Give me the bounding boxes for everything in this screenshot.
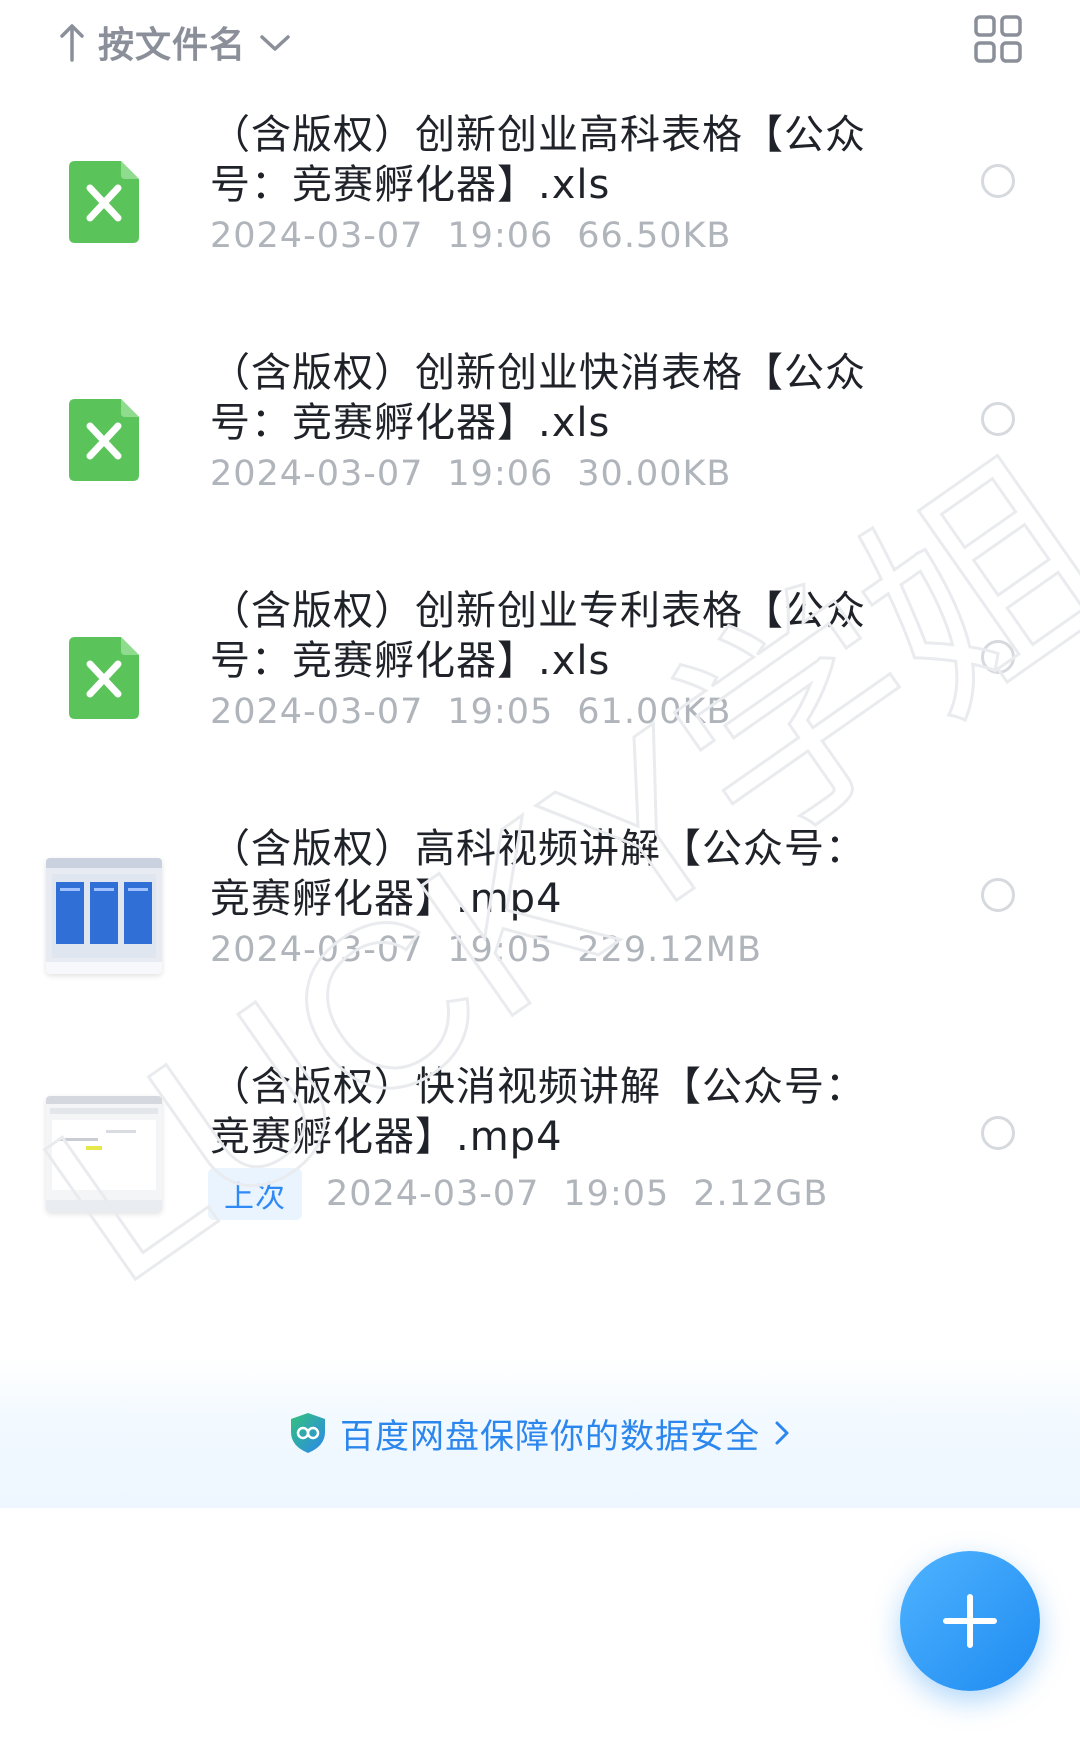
file-meta: 2024-03-07 19:06 30.00KB (210, 454, 731, 494)
file-name: （含版权）创新创业快消表格【公众 号：竞赛孵化器】.xls (210, 348, 890, 448)
file-name-line: （含版权）创新创业快消表格【公众 (210, 350, 866, 396)
file-size: 66.50KB (577, 216, 732, 256)
file-size: 61.00KB (577, 692, 732, 732)
file-size: 30.00KB (577, 454, 732, 494)
excel-file-icon (69, 161, 139, 243)
file-row[interactable]: （含版权）快消视频讲解【公众号： 竞赛孵化器】.mp4 上次 2024-03-0… (0, 1062, 1080, 1300)
file-name-line: 竞赛孵化器】.mp4 (210, 876, 563, 922)
excel-file-icon (69, 399, 139, 481)
file-type-icon (46, 382, 162, 498)
select-radio[interactable] (981, 164, 1015, 198)
file-date: 2024-03-07 (326, 1174, 540, 1214)
file-name: （含版权）创新创业高科表格【公众 号：竞赛孵化器】.xls (210, 110, 890, 210)
file-name-line: 号：竞赛孵化器】.xls (210, 638, 611, 684)
file-row[interactable]: （含版权）创新创业快消表格【公众 号：竞赛孵化器】.xls 2024-03-07… (0, 348, 1080, 586)
file-row[interactable]: （含版权）创新创业高科表格【公众 号：竞赛孵化器】.xls 2024-03-07… (0, 110, 1080, 348)
video-thumbnail (46, 858, 162, 974)
excel-file-icon (69, 637, 139, 719)
select-radio[interactable] (981, 402, 1015, 436)
file-name-line: （含版权）快消视频讲解【公众号： (210, 1064, 866, 1110)
file-size: 2.12GB (693, 1174, 829, 1214)
plus-icon (943, 1594, 997, 1648)
file-type-icon (46, 858, 162, 974)
file-type-icon (46, 144, 162, 260)
add-button[interactable] (900, 1551, 1040, 1691)
select-radio[interactable] (981, 640, 1015, 674)
file-date: 2024-03-07 (210, 692, 424, 732)
file-name-line: （含版权）创新创业高科表格【公众 (210, 112, 866, 158)
file-time: 19:05 (447, 692, 554, 732)
chevron-right-icon (775, 1421, 789, 1445)
file-name-line: 号：竞赛孵化器】.xls (210, 162, 611, 208)
video-thumbnail (46, 1096, 162, 1212)
file-name: （含版权）高科视频讲解【公众号： 竞赛孵化器】.mp4 (210, 824, 890, 924)
file-row[interactable]: （含版权）创新创业专利表格【公众 号：竞赛孵化器】.xls 2024-03-07… (0, 586, 1080, 824)
file-time: 19:06 (447, 216, 554, 256)
file-time: 19:06 (447, 454, 554, 494)
chevron-down-icon (260, 35, 290, 51)
sort-control[interactable]: 按文件名 (58, 12, 292, 72)
file-name: （含版权）创新创业专利表格【公众 号：竞赛孵化器】.xls (210, 586, 890, 686)
last-opened-badge: 上次 (208, 1168, 302, 1220)
file-name-line: （含版权）高科视频讲解【公众号： (210, 826, 866, 872)
file-date: 2024-03-07 (210, 216, 424, 256)
sort-label: 按文件名 (98, 25, 247, 66)
file-row[interactable]: （含版权）高科视频讲解【公众号： 竞赛孵化器】.mp4 2024-03-07 1… (0, 824, 1080, 1062)
file-meta: 2024-03-07 19:06 66.50KB (210, 216, 731, 256)
file-type-icon (46, 620, 162, 736)
file-type-icon (46, 1096, 162, 1212)
file-size: 229.12MB (577, 930, 762, 970)
file-name-line: 竞赛孵化器】.mp4 (210, 1114, 563, 1160)
security-banner[interactable]: 百度网盘保障你的数据安全 (0, 1358, 1080, 1508)
file-list-screen: 按文件名 （含版权）创新创业高科表格【公众 号：竞赛孵化器】.xls 2024-… (0, 0, 1080, 1755)
grid-view-icon[interactable] (973, 14, 1023, 64)
file-date: 2024-03-07 (210, 454, 424, 494)
file-name-line: 号：竞赛孵化器】.xls (210, 400, 611, 446)
select-radio[interactable] (981, 1116, 1015, 1150)
file-time: 19:05 (563, 1174, 670, 1214)
file-meta: 2024-03-07 19:05 229.12MB (210, 930, 762, 970)
shield-icon (291, 1413, 325, 1453)
arrow-up-icon (60, 24, 84, 62)
select-radio[interactable] (981, 878, 1015, 912)
file-meta: 上次 2024-03-07 19:05 2.12GB (208, 1168, 829, 1220)
file-time: 19:05 (447, 930, 554, 970)
security-text: 百度网盘保障你的数据安全 (340, 1416, 760, 1457)
file-name: （含版权）快消视频讲解【公众号： 竞赛孵化器】.mp4 (210, 1062, 890, 1162)
file-date: 2024-03-07 (210, 930, 424, 970)
file-name-line: （含版权）创新创业专利表格【公众 (210, 588, 866, 634)
file-meta: 2024-03-07 19:05 61.00KB (210, 692, 731, 732)
